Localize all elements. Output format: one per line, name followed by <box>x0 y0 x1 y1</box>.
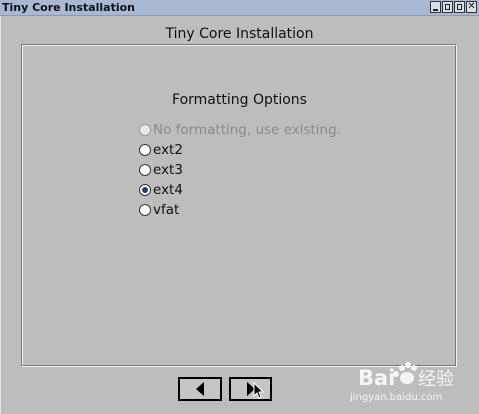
triangle-left-icon <box>196 382 204 396</box>
next-button[interactable] <box>229 377 272 401</box>
option-ext4[interactable]: ext4 <box>139 180 341 200</box>
formatting-options-list: No formatting, use existing. ext2 ext3 e… <box>139 120 341 220</box>
close-button[interactable]: ✕ <box>466 1 477 13</box>
option-vfat[interactable]: vfat <box>139 200 341 220</box>
option-ext2[interactable]: ext2 <box>139 140 341 160</box>
back-button[interactable] <box>178 377 222 401</box>
radio-vfat[interactable] <box>139 204 151 216</box>
window-titlebar[interactable]: Tiny Core Installation ✕ <box>0 0 479 16</box>
option-ext4-label: ext4 <box>153 182 183 198</box>
option-ext3[interactable]: ext3 <box>139 160 341 180</box>
option-no-formatting[interactable]: No formatting, use existing. <box>139 120 341 140</box>
option-ext3-label: ext3 <box>153 162 183 178</box>
maximize-button[interactable] <box>442 1 453 13</box>
radio-selected-dot <box>142 187 148 193</box>
radio-ext4[interactable] <box>139 184 151 196</box>
restore-icon <box>457 4 462 10</box>
option-vfat-label: vfat <box>153 202 180 218</box>
page-title: Tiny Core Installation <box>165 26 314 42</box>
mouse-cursor-icon <box>253 382 265 399</box>
radio-ext2[interactable] <box>139 144 151 156</box>
minimize-icon <box>433 8 438 11</box>
restore-button[interactable] <box>454 1 465 13</box>
radio-no-formatting[interactable] <box>139 124 151 136</box>
close-icon: ✕ <box>467 1 476 12</box>
window-controls: ✕ <box>430 1 477 14</box>
radio-ext3[interactable] <box>139 164 151 176</box>
option-ext2-label: ext2 <box>153 142 183 158</box>
formatting-options-title: Formatting Options <box>172 92 307 108</box>
window-title: Tiny Core Installation <box>2 1 135 14</box>
minimize-button[interactable] <box>430 1 441 13</box>
maximize-icon <box>445 4 450 10</box>
option-no-formatting-label: No formatting, use existing. <box>153 122 341 138</box>
